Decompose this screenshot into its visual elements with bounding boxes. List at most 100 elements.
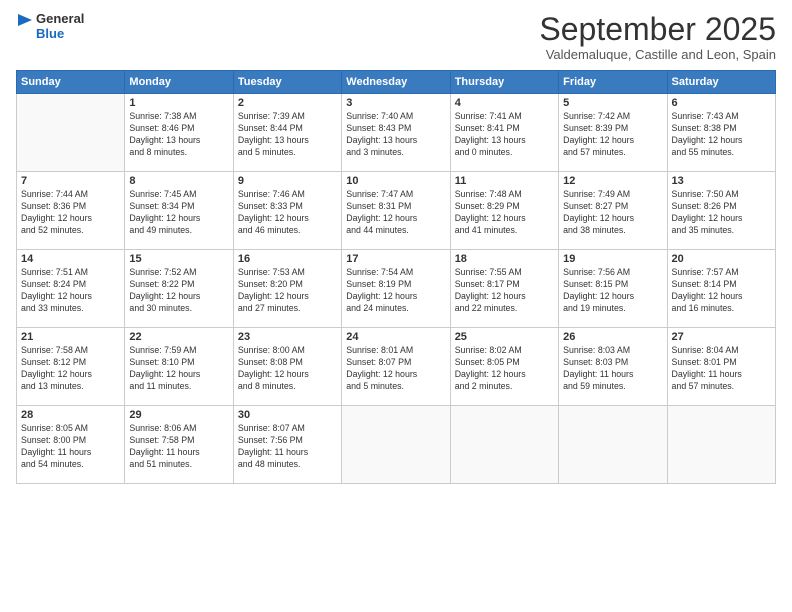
daylight-text: Daylight: 12 hours bbox=[129, 369, 200, 379]
sunrise-text: Sunrise: 7:58 AM bbox=[21, 345, 88, 355]
sunrise-text: Sunrise: 7:41 AM bbox=[455, 111, 522, 121]
calendar-cell: 15Sunrise: 7:52 AMSunset: 8:22 PMDayligh… bbox=[125, 250, 233, 328]
month-title: September 2025 bbox=[539, 12, 776, 47]
day-number: 22 bbox=[129, 331, 228, 343]
daylight-text: and 44 minutes. bbox=[346, 225, 409, 235]
sunset-text: Sunset: 8:14 PM bbox=[672, 279, 737, 289]
calendar-cell: 21Sunrise: 7:58 AMSunset: 8:12 PMDayligh… bbox=[17, 328, 125, 406]
day-info: Sunrise: 7:59 AMSunset: 8:10 PMDaylight:… bbox=[129, 345, 228, 393]
day-info: Sunrise: 7:56 AMSunset: 8:15 PMDaylight:… bbox=[563, 267, 662, 315]
daylight-text: and 51 minutes. bbox=[129, 459, 192, 469]
sunrise-text: Sunrise: 8:01 AM bbox=[346, 345, 413, 355]
day-number: 8 bbox=[129, 175, 228, 187]
daylight-text: and 3 minutes. bbox=[346, 147, 404, 157]
day-number: 5 bbox=[563, 97, 662, 109]
sunset-text: Sunset: 8:08 PM bbox=[238, 357, 303, 367]
sunset-text: Sunset: 8:20 PM bbox=[238, 279, 303, 289]
daylight-text: and 33 minutes. bbox=[21, 303, 84, 313]
sunrise-text: Sunrise: 7:50 AM bbox=[672, 189, 739, 199]
logo-general: General bbox=[36, 12, 84, 27]
daylight-text: and 57 minutes. bbox=[672, 381, 735, 391]
logo-blue: Blue bbox=[36, 27, 84, 42]
calendar-cell: 22 Sunrise: 7:59 AMSunset: 8:10 PMDayligh… bbox=[125, 328, 233, 406]
calendar-cell bbox=[667, 406, 775, 484]
sunrise-text: Sunrise: 8:00 AM bbox=[238, 345, 305, 355]
calendar-cell bbox=[450, 406, 558, 484]
sunset-text: Sunset: 8:36 PM bbox=[21, 201, 86, 211]
day-info: Sunrise: 7:45 AMSunset: 8:34 PMDaylight:… bbox=[129, 189, 228, 237]
sunrise-text: Sunrise: 7:40 AM bbox=[346, 111, 413, 121]
sunset-text: Sunset: 8:24 PM bbox=[21, 279, 86, 289]
daylight-text: Daylight: 13 hours bbox=[238, 135, 309, 145]
daylight-text: and 57 minutes. bbox=[563, 147, 626, 157]
daylight-text: Daylight: 13 hours bbox=[346, 135, 417, 145]
day-info: Sunrise: 7:57 AMSunset: 8:14 PMDaylight:… bbox=[672, 267, 771, 315]
daylight-text: and 13 minutes. bbox=[21, 381, 84, 391]
daylight-text: Daylight: 12 hours bbox=[672, 213, 743, 223]
calendar-week-row: 14 Sunrise: 7:51 AM Sunset: 8:24 PM Dayligh… bbox=[17, 250, 776, 328]
calendar-cell: 27Sunrise: 8:04 AMSunset: 8:01 PMDayligh… bbox=[667, 328, 775, 406]
daylight-text: Daylight: 12 hours bbox=[455, 213, 526, 223]
sunrise-text: Sunrise: 8:03 AM bbox=[563, 345, 630, 355]
daylight-text: Daylight: 11 hours bbox=[238, 447, 308, 457]
daylight-text: Daylight: 12 hours bbox=[455, 291, 526, 301]
daylight-text: Daylight: 11 hours bbox=[129, 447, 199, 457]
sunrise-text: Sunrise: 7:51 AM bbox=[21, 267, 88, 277]
daylight-text: and 22 minutes. bbox=[455, 303, 518, 313]
day-number: 30 bbox=[238, 409, 337, 421]
daylight-text: Daylight: 13 hours bbox=[129, 135, 200, 145]
day-info: Sunrise: 7:55 AM Sunset: 8:17 PM Daylight:… bbox=[455, 267, 554, 315]
sunset-text: Sunset: 8:19 PM bbox=[346, 279, 411, 289]
calendar-cell: 9Sunrise: 7:46 AMSunset: 8:33 PMDaylight… bbox=[233, 172, 341, 250]
day-info: Sunrise: 7:54 AMSunset: 8:19 PMDaylight:… bbox=[346, 267, 445, 315]
day-number: 6 bbox=[672, 97, 771, 109]
day-info: Sunrise: 8:00 AM Sunset: 8:08 PM Daylight:… bbox=[238, 345, 337, 393]
sunrise-text: Sunrise: 7:52 AM bbox=[129, 267, 196, 277]
sunrise-text: Sunrise: 7:55 AM bbox=[455, 267, 522, 277]
day-info: Sunrise: 7:38 AMSunset: 8:46 PMDaylight:… bbox=[129, 111, 228, 159]
daylight-text: Daylight: 12 hours bbox=[346, 213, 417, 223]
calendar-cell: 20Sunrise: 7:57 AMSunset: 8:14 PMDayligh… bbox=[667, 250, 775, 328]
calendar-cell: 29Sunrise: 8:06 AMSunset: 7:58 PMDayligh… bbox=[125, 406, 233, 484]
sunset-text: Sunset: 8:07 PM bbox=[346, 357, 411, 367]
sunset-text: Sunset: 8:29 PM bbox=[455, 201, 520, 211]
day-number: 14 bbox=[21, 253, 120, 265]
day-number: 15 bbox=[129, 253, 228, 265]
daylight-text: and 16 minutes. bbox=[672, 303, 735, 313]
sunset-text: Sunset: 8:26 PM bbox=[672, 201, 737, 211]
day-number: 7 bbox=[21, 175, 120, 187]
day-number: 10 bbox=[346, 175, 445, 187]
daylight-text: Daylight: 13 hours bbox=[455, 135, 526, 145]
daylight-text: and 8 minutes. bbox=[238, 381, 296, 391]
sunrise-text: Sunrise: 7:48 AM bbox=[455, 189, 522, 199]
sunset-text: Sunset: 8:17 PM bbox=[455, 279, 520, 289]
day-info: Sunrise: 8:06 AMSunset: 7:58 PMDaylight:… bbox=[129, 423, 228, 471]
sunset-text: Sunset: 8:10 PM bbox=[129, 357, 194, 367]
calendar-header: Sunday Monday Tuesday Wednesday Thursday… bbox=[17, 71, 776, 94]
sunset-text: Sunset: 8:12 PM bbox=[21, 357, 86, 367]
day-number: 27 bbox=[672, 331, 771, 343]
calendar-cell: 3Sunrise: 7:40 AMSunset: 8:43 PMDaylight… bbox=[342, 94, 450, 172]
calendar-cell: 13Sunrise: 7:50 AMSunset: 8:26 PMDayligh… bbox=[667, 172, 775, 250]
sunrise-text: Sunrise: 7:53 AM bbox=[238, 267, 305, 277]
daylight-text: and 41 minutes. bbox=[455, 225, 518, 235]
page: General Blue September 2025 Valdemaluque… bbox=[0, 0, 792, 612]
day-number: 9 bbox=[238, 175, 337, 187]
day-info: Sunrise: 7:50 AM Sunset: 8:26 PM Daylight:… bbox=[672, 189, 771, 237]
daylight-text: and 52 minutes. bbox=[21, 225, 84, 235]
daylight-text: and 54 minutes. bbox=[21, 459, 84, 469]
day-info: Sunrise: 7:51 AMSunset: 8:24 PMDaylight:… bbox=[21, 267, 120, 315]
daylight-text: Daylight: 12 hours bbox=[238, 369, 309, 379]
day-info: Sunrise: 7:42 AMSunset: 8:39 PMDaylight:… bbox=[563, 111, 662, 159]
sunset-text: Sunset: 8:46 PM bbox=[129, 123, 194, 133]
daylight-text: Daylight: 12 hours bbox=[238, 291, 309, 301]
sunrise-text: Sunrise: 7:57 AM bbox=[672, 267, 739, 277]
daylight-text: Daylight: 12 hours bbox=[21, 213, 92, 223]
calendar-body: 1Sunrise: 7:38 AMSunset: 8:46 PMDaylight… bbox=[17, 94, 776, 484]
calendar-week-row: 7Sunrise: 7:44 AMSunset: 8:36 PMDaylight… bbox=[17, 172, 776, 250]
sunset-text: Sunset: 8:43 PM bbox=[346, 123, 411, 133]
calendar-cell: 23Sunrise: 8:00 AMSunset: 8:08 PMDayligh… bbox=[233, 328, 341, 406]
day-number: 12 bbox=[563, 175, 662, 187]
daylight-text: Daylight: 12 hours bbox=[455, 369, 526, 379]
weekday-header-row: Sunday Monday Tuesday Wednesday Thursday… bbox=[17, 71, 776, 94]
